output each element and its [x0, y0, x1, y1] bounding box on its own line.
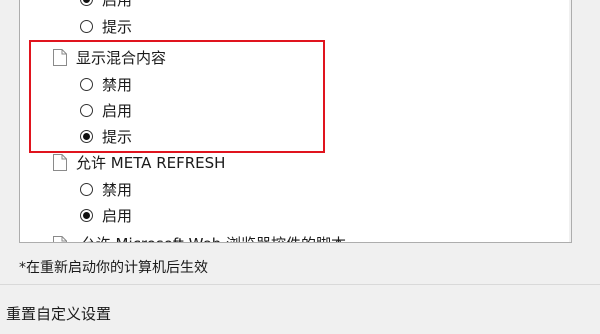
group-webbrowser-scripts: 允许 Microsoft Web 浏览器控件的脚本 [53, 233, 346, 242]
group-label: 允许 Microsoft Web 浏览器控件的脚本 [81, 235, 346, 242]
highlight-box [29, 40, 325, 153]
page-icon [53, 153, 67, 171]
divider [0, 284, 600, 285]
radio-option-label: 启用 [102, 0, 132, 10]
radio-option-enable[interactable]: 启用 [80, 0, 132, 12]
page-icon [53, 236, 67, 242]
radio-option-label: 提示 [102, 17, 133, 36]
group-label: 允许 META REFRESH [76, 153, 226, 172]
radio-option-enable[interactable]: 启用 [80, 202, 132, 228]
radio-option-disable[interactable]: 禁用 [80, 176, 132, 202]
radio-button-checked[interactable] [80, 208, 93, 222]
radio-button[interactable] [80, 19, 93, 33]
radio-option-label: 禁用 [102, 180, 133, 199]
restart-note: *在重新启动你的计算机后生效 [19, 260, 208, 276]
vertical-scrollbar[interactable] [569, 0, 571, 242]
radio-button[interactable] [80, 182, 93, 196]
radio-button-checked[interactable] [80, 0, 93, 6]
radio-option-prompt[interactable]: 提示 [80, 13, 132, 39]
reset-section-title: 重置自定义设置 [6, 305, 112, 323]
radio-option-label: 启用 [102, 206, 133, 225]
